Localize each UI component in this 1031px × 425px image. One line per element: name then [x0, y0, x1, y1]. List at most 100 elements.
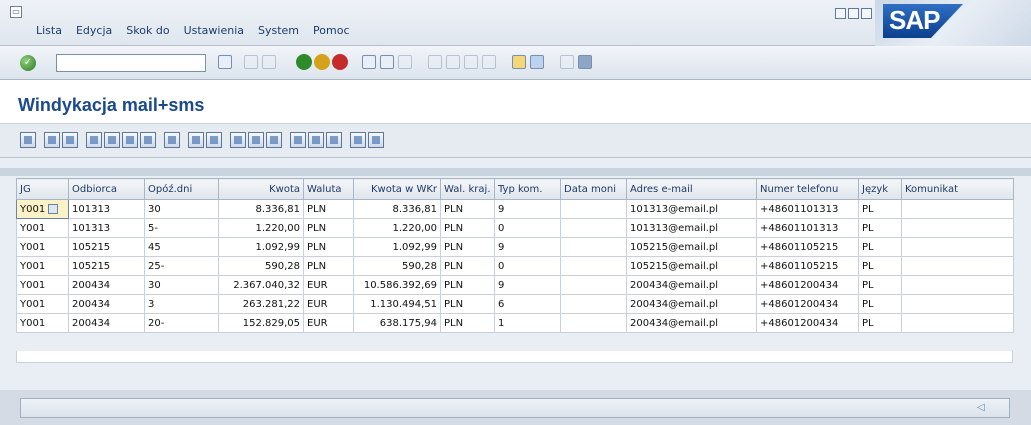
- table-cell[interactable]: [560, 199, 627, 219]
- column-header[interactable]: Komunikat: [901, 178, 1014, 200]
- table-cell[interactable]: PLN: [440, 294, 495, 314]
- table-cell[interactable]: 105215: [68, 237, 145, 257]
- table-cell[interactable]: 45: [144, 237, 219, 257]
- table-cell[interactable]: 1: [494, 313, 561, 333]
- send-sms-icon[interactable]: [368, 132, 384, 148]
- save-icon[interactable]: [262, 55, 276, 69]
- command-field[interactable]: [56, 54, 206, 72]
- last-page-icon[interactable]: [482, 55, 496, 69]
- close-button[interactable]: [861, 8, 872, 19]
- table-cell[interactable]: 200434: [68, 275, 145, 295]
- table-cell[interactable]: 200434: [68, 294, 145, 314]
- menu-item-ustawienia[interactable]: Ustawienia: [184, 24, 244, 37]
- sort-ascending-icon[interactable]: [86, 132, 102, 148]
- table-cell[interactable]: 2.367.040,32: [218, 275, 304, 295]
- table-cell[interactable]: PLN: [440, 199, 495, 219]
- table-cell[interactable]: [560, 313, 627, 333]
- menu-item-system[interactable]: System: [258, 24, 299, 37]
- column-header[interactable]: Adres e-mail: [626, 178, 757, 200]
- table-cell[interactable]: 1.092,99: [218, 237, 304, 257]
- column-header[interactable]: Wal. kraj.: [440, 178, 495, 200]
- table-cell[interactable]: 105215: [68, 256, 145, 276]
- table-cell[interactable]: Y001: [16, 275, 69, 295]
- table-cell[interactable]: PLN: [303, 237, 354, 257]
- table-cell[interactable]: 200434@email.pl: [626, 294, 757, 314]
- first-page-icon[interactable]: [428, 55, 442, 69]
- previous-page-icon[interactable]: [446, 55, 460, 69]
- table-cell[interactable]: 105215@email.pl: [626, 237, 757, 257]
- column-header[interactable]: Kwota: [218, 178, 304, 200]
- table-cell[interactable]: +48601101313: [756, 218, 859, 238]
- maximize-button[interactable]: [848, 8, 859, 19]
- table-cell[interactable]: 105215@email.pl: [626, 256, 757, 276]
- table-cell[interactable]: 263.281,22: [218, 294, 304, 314]
- view-icon[interactable]: [230, 132, 246, 148]
- column-header[interactable]: Język: [858, 178, 902, 200]
- table-row[interactable]: Y001 105215 25- 590,28 PLN 590,28 PLN 0 105215@e…: [16, 256, 1014, 276]
- table-cell[interactable]: PLN: [303, 199, 354, 219]
- table-cell[interactable]: PL: [858, 294, 902, 314]
- table-cell[interactable]: 8.336,81: [353, 199, 441, 219]
- table-cell[interactable]: EUR: [303, 294, 354, 314]
- window-menu-icon[interactable]: ▭: [10, 6, 22, 18]
- table-cell[interactable]: 101313@email.pl: [626, 218, 757, 238]
- table-cell[interactable]: +48601105215: [756, 256, 859, 276]
- column-header[interactable]: Data moni: [560, 178, 627, 200]
- menu-item-skok-do[interactable]: Skok do: [126, 24, 169, 37]
- layout-menu-icon[interactable]: [578, 55, 592, 69]
- exit-icon[interactable]: [314, 54, 330, 70]
- table-cell[interactable]: 1.220,00: [353, 218, 441, 238]
- table-cell[interactable]: PL: [858, 275, 902, 295]
- print-icon[interactable]: [362, 55, 376, 69]
- table-cell[interactable]: 1.092,99: [353, 237, 441, 257]
- table-cell[interactable]: [560, 256, 627, 276]
- table-cell[interactable]: 101313@email.pl: [626, 199, 757, 219]
- table-cell[interactable]: 20-: [144, 313, 219, 333]
- table-row[interactable]: Y001 101313 5- 1.220,00 PLN 1.220,00 PLN 0 10131…: [16, 218, 1014, 238]
- find-next-icon[interactable]: [398, 55, 412, 69]
- help-icon[interactable]: [560, 55, 574, 69]
- menu-item-edycja[interactable]: Edycja: [76, 24, 112, 37]
- table-cell[interactable]: 10.586.392,69: [353, 275, 441, 295]
- send-mail-icon[interactable]: [350, 132, 366, 148]
- table-cell[interactable]: [560, 294, 627, 314]
- column-header[interactable]: Waluta: [303, 178, 354, 200]
- total-icon[interactable]: [140, 132, 156, 148]
- table-row[interactable]: Y001 105215 45 1.092,99 PLN 1.092,99 PLN 9 10521…: [16, 237, 1014, 257]
- minimize-button[interactable]: [835, 8, 846, 19]
- details-icon[interactable]: [20, 132, 36, 148]
- create-session-icon[interactable]: [512, 55, 526, 69]
- column-header[interactable]: Opóź.dni: [144, 178, 219, 200]
- table-cell[interactable]: Y001: [16, 218, 69, 238]
- table-cell[interactable]: 8.336,81: [218, 199, 304, 219]
- table-cell[interactable]: +48601200434: [756, 313, 859, 333]
- status-expand-icon[interactable]: ◁: [977, 403, 987, 413]
- table-cell[interactable]: [901, 218, 1014, 238]
- table-row[interactable]: Y001 200434 3 263.281,22 EUR 1.130.494,51 PLN 6…: [16, 294, 1014, 314]
- cancel-icon[interactable]: [332, 54, 348, 70]
- table-cell[interactable]: 30: [144, 199, 219, 219]
- next-page-icon[interactable]: [464, 55, 478, 69]
- table-cell[interactable]: Y001: [16, 313, 69, 333]
- column-header[interactable]: Odbiorca: [68, 178, 145, 200]
- table-cell[interactable]: PLN: [303, 218, 354, 238]
- table-cell[interactable]: PLN: [440, 218, 495, 238]
- table-cell[interactable]: 9: [494, 237, 561, 257]
- table-cell[interactable]: [901, 237, 1014, 257]
- table-cell[interactable]: 9: [494, 199, 561, 219]
- delete-row-icon[interactable]: [308, 132, 324, 148]
- table-cell[interactable]: EUR: [303, 313, 354, 333]
- table-cell[interactable]: PL: [858, 237, 902, 257]
- command-dropdown-icon[interactable]: [218, 55, 232, 69]
- status-message-field[interactable]: ◁: [20, 398, 1010, 418]
- table-cell[interactable]: PL: [858, 199, 902, 219]
- table-cell[interactable]: [901, 256, 1014, 276]
- deselect-all-icon[interactable]: [62, 132, 78, 148]
- table-cell[interactable]: 6: [494, 294, 561, 314]
- table-cell[interactable]: PLN: [440, 275, 495, 295]
- table-cell[interactable]: 1.130.494,51: [353, 294, 441, 314]
- table-row[interactable]: Y001 200434 30 2.367.040,32 EUR 10.586.392,69…: [16, 275, 1014, 295]
- table-cell[interactable]: 152.829,05: [218, 313, 304, 333]
- value-help-icon[interactable]: [48, 203, 59, 214]
- table-cell[interactable]: Y001: [16, 199, 69, 219]
